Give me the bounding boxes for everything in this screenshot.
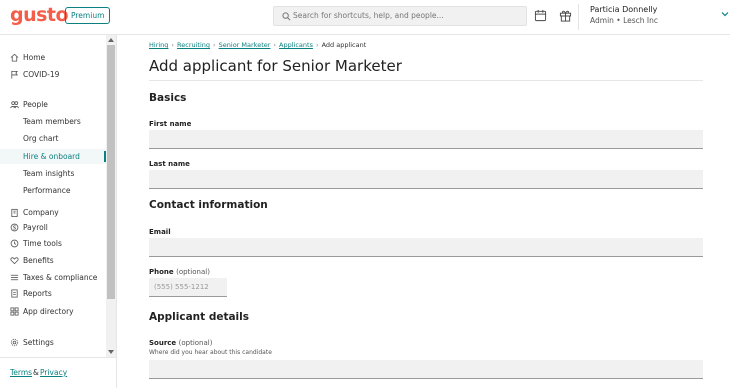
section-title-basics: Basics: [149, 92, 187, 104]
scroll-down-arrow-icon[interactable]: [108, 349, 114, 355]
chevron-down-icon[interactable]: [721, 10, 729, 18]
sidebar-item-label: COVID-19: [23, 70, 60, 79]
phone-field[interactable]: (555) 555-1212: [149, 278, 227, 297]
sidebar-item-label: Settings: [23, 338, 54, 347]
optional-tag: (optional): [176, 268, 210, 276]
sidebar-item-label: Performance: [23, 186, 71, 195]
sidebar-item-time-tools[interactable]: Time tools: [0, 236, 106, 251]
search-icon: [282, 12, 291, 21]
scroll-up-arrow-icon[interactable]: [108, 37, 114, 43]
sidebar-scroll-thumb[interactable]: [107, 45, 115, 299]
sidebar-item-company[interactable]: Company: [0, 205, 106, 220]
breadcrumb-current: Add applicant: [321, 41, 367, 49]
sidebar-item-hire-onboard[interactable]: Hire & onboard: [0, 149, 106, 164]
app-icon: [10, 307, 19, 316]
breadcrumb-senior-marketer[interactable]: Senior Marketer: [219, 41, 271, 49]
sidebar-item-label: Home: [23, 53, 46, 62]
top-bar: gusto Premium Search for shortcuts, help…: [0, 0, 730, 35]
sidebar-item-payroll[interactable]: Payroll: [0, 220, 106, 235]
privacy-link[interactable]: Privacy: [40, 368, 67, 377]
last-name-field[interactable]: [149, 170, 703, 189]
source-label: Source (optional): [149, 339, 212, 347]
sidebar-item-taxes[interactable]: Taxes & compliance: [0, 270, 106, 285]
source-field[interactable]: [149, 360, 703, 379]
list-icon: [10, 274, 19, 281]
heart-icon: [10, 257, 19, 265]
plan-badge: Premium: [65, 7, 111, 24]
sidebar-item-org-chart[interactable]: Org chart: [0, 131, 106, 146]
breadcrumb: Hiring › Recruiting › Senior Marketer › Applic…: [149, 41, 366, 49]
sidebar-item-label: Team members: [23, 117, 81, 126]
sidebar-item-reports[interactable]: Reports: [0, 286, 106, 301]
phone-label-text: Phone: [149, 268, 174, 276]
first-name-label-text: First name: [149, 120, 192, 128]
sidebar-item-label: Payroll: [23, 223, 48, 232]
email-label: Email: [149, 228, 171, 236]
email-label-text: Email: [149, 228, 171, 236]
sidebar-item-label: Team insights: [23, 169, 75, 178]
phone-placeholder: (555) 555-1212: [154, 283, 209, 291]
first-name-label: First name: [149, 120, 191, 128]
source-label-text: Source: [149, 339, 177, 347]
breadcrumb-separator: ›: [213, 41, 216, 49]
breadcrumb-separator: ›: [273, 41, 277, 49]
sidebar-item-label: Company: [23, 208, 59, 217]
email-field[interactable]: [149, 238, 703, 257]
user-name[interactable]: Particia Donnelly: [590, 5, 657, 14]
breadcrumb-hiring[interactable]: Hiring: [149, 41, 168, 49]
sidebar-item-performance[interactable]: Performance: [0, 183, 106, 198]
first-name-field[interactable]: [149, 130, 703, 149]
sidebar-item-label: App directory: [23, 307, 74, 316]
sidebar-item-label: Benefits: [23, 256, 54, 265]
sidebar-item-label: People: [23, 100, 48, 109]
breadcrumb-recruiting[interactable]: Recruiting: [177, 41, 210, 49]
source-help-text: Where did you hear about this candidate: [149, 349, 272, 356]
breadcrumb-applicants[interactable]: Applicants: [279, 41, 313, 49]
gift-icon[interactable]: [559, 9, 572, 22]
user-role: Admin • Lesch Inc: [590, 16, 659, 25]
sidebar-item-settings[interactable]: Settings: [0, 335, 106, 350]
sidebar-footer: Terms & Privacy: [0, 357, 117, 388]
divider: [578, 4, 579, 30]
footer-ampersand: &: [33, 368, 39, 377]
sidebar-item-benefits[interactable]: Benefits: [0, 253, 106, 268]
home-icon: [10, 53, 19, 62]
sidebar-item-team-insights[interactable]: Team insights: [0, 166, 106, 181]
gear-icon: [10, 338, 19, 347]
sidebar-item-home[interactable]: Home: [0, 50, 106, 65]
building-icon: [11, 208, 18, 217]
sidebar-item-people[interactable]: People: [0, 97, 106, 112]
last-name-label: Last name: [149, 160, 190, 168]
section-title-applicant-details: Applicant details: [149, 311, 250, 323]
sidebar-item-label: Org chart: [23, 134, 59, 143]
flag-icon: [11, 70, 19, 79]
sidebar-item-label: Reports: [23, 289, 52, 298]
divider: [149, 80, 703, 81]
sidebar: Home COVID-19 People Team members Org ch…: [0, 35, 117, 388]
breadcrumb-separator: ›: [315, 41, 319, 49]
report-icon: [11, 289, 18, 298]
sidebar-item-label: Hire & onboard: [23, 152, 80, 161]
breadcrumb-separator: ›: [171, 41, 175, 49]
section-title-contact: Contact information: [149, 199, 268, 211]
page-title: Add applicant for Senior Marketer: [149, 57, 402, 75]
people-icon: [10, 101, 19, 109]
calendar-icon[interactable]: [534, 9, 547, 22]
sidebar-item-label: Time tools: [23, 239, 62, 248]
phone-label: Phone (optional): [149, 268, 210, 276]
sidebar-item-covid[interactable]: COVID-19: [0, 67, 106, 82]
sidebar-item-label: Taxes & compliance: [23, 273, 98, 282]
payroll-icon: [10, 223, 19, 232]
last-name-label-text: Last name: [149, 160, 190, 168]
gusto-logo[interactable]: gusto: [10, 4, 69, 26]
clock-icon: [10, 239, 19, 248]
search-input[interactable]: Search for shortcuts, help, and people..…: [273, 6, 527, 26]
sidebar-item-app-directory[interactable]: App directory: [0, 304, 106, 319]
terms-link[interactable]: Terms: [10, 368, 32, 377]
search-placeholder: Search for shortcuts, help, and people..…: [293, 11, 444, 20]
optional-tag: (optional): [178, 339, 213, 347]
sidebar-item-team-members[interactable]: Team members: [0, 114, 106, 129]
main-content: Hiring › Recruiting › Senior Marketer › Applic…: [118, 35, 730, 388]
